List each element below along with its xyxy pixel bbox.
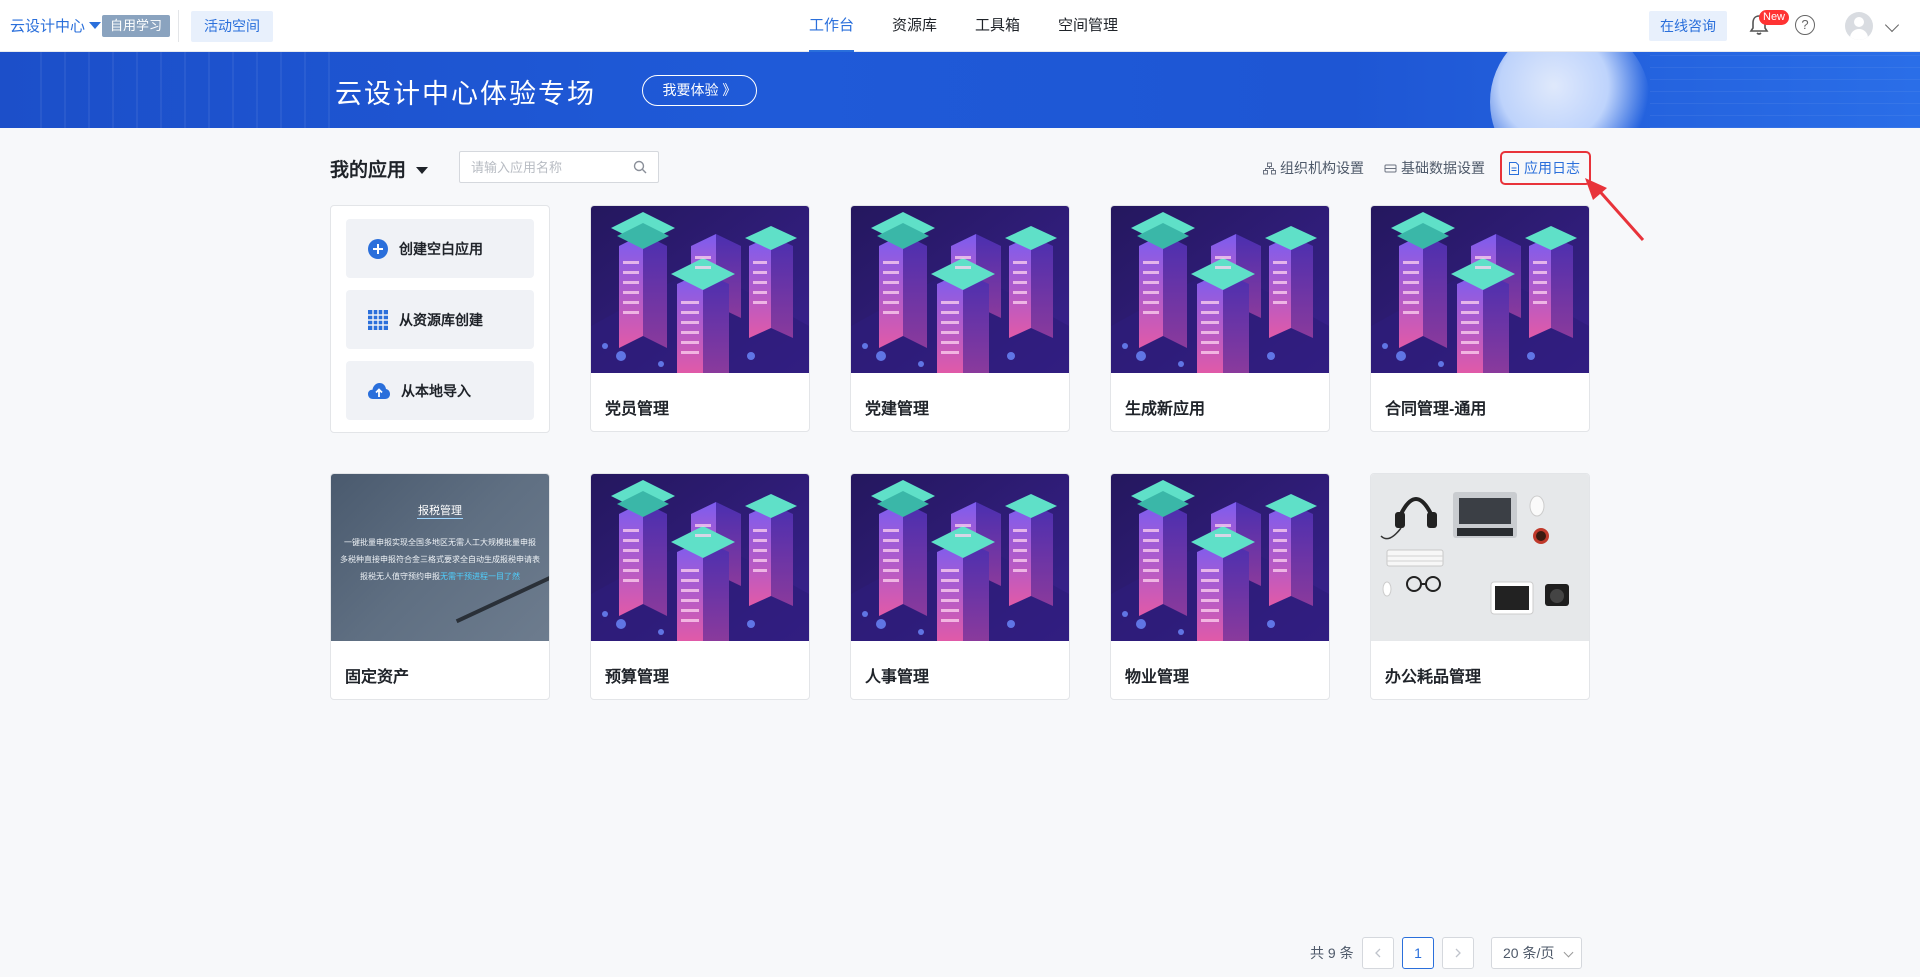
prev-page-button[interactable] — [1362, 937, 1394, 969]
app-card[interactable]: 党员管理 — [590, 205, 810, 432]
divider — [417, 518, 463, 519]
thumb-line-highlight: 无需干预进程一目了然 — [440, 572, 520, 581]
grid-icon — [368, 309, 388, 330]
create-blank-app-label: 创建空白应用 — [399, 240, 483, 257]
caret-down-icon — [89, 22, 102, 29]
database-icon — [1384, 164, 1397, 172]
import-local-label: 从本地导入 — [401, 382, 471, 399]
caret-down-icon — [416, 166, 429, 174]
search-icon[interactable] — [633, 160, 647, 174]
org-chart-icon — [1263, 162, 1276, 174]
red-arrow-annotation — [1585, 178, 1645, 241]
main-nav: 工作台 资源库 工具箱 空间管理 — [790, 0, 1137, 52]
app-card[interactable]: 生成新应用 — [1110, 205, 1330, 432]
thumb-line-part: 报税无人值守预约申报 — [360, 572, 440, 581]
thumb-line: 多税种直接申报符合金三格式要求全自动生成报税申请表 — [340, 555, 540, 564]
brand-name: 云设计中心 — [10, 18, 86, 35]
app-card[interactable]: 物业管理 — [1110, 473, 1330, 700]
create-from-library-button[interactable]: 从资源库创建 — [346, 290, 534, 349]
tab-resource-library[interactable]: 资源库 — [873, 0, 956, 52]
banner-decoration — [1650, 52, 1920, 128]
search-input[interactable] — [460, 152, 620, 182]
online-consult-button[interactable]: 在线咨询 — [1649, 11, 1727, 41]
app-thumbnail — [591, 206, 809, 373]
app-thumbnail — [1371, 206, 1589, 373]
app-name: 预算管理 — [605, 669, 670, 686]
help-icon[interactable]: ? — [1795, 15, 1815, 35]
create-from-library-label: 从资源库创建 — [399, 311, 483, 328]
brand-selector[interactable]: 云设计中心 — [10, 15, 102, 36]
org-settings-link[interactable]: 组织机构设置 — [1263, 158, 1364, 178]
cloud-upload-icon — [368, 382, 390, 399]
app-name: 生成新应用 — [1125, 401, 1206, 418]
tab-workbench[interactable]: 工作台 — [790, 0, 873, 52]
highlight-box — [1500, 151, 1591, 185]
new-badge: New — [1759, 10, 1790, 25]
basic-data-settings-link[interactable]: 基础数据设置 — [1384, 158, 1485, 178]
pagination-total: 共 9 条 — [1310, 945, 1354, 961]
page-size-select[interactable]: 20 条/页 — [1491, 937, 1582, 969]
chevron-left-icon — [1375, 948, 1381, 958]
import-local-button[interactable]: 从本地导入 — [346, 361, 534, 420]
thumb-line: 一键批量申报实现全国多地区无需人工大规模批量申报 — [344, 538, 536, 547]
thumb-title: 报税管理 — [418, 505, 462, 517]
app-thumbnail — [851, 206, 1069, 373]
banner-title: 云设计中心体验专场 — [335, 79, 596, 109]
app-thumbnail — [591, 474, 809, 641]
page-number-button[interactable]: 1 — [1402, 937, 1434, 969]
chevron-down-icon — [1563, 947, 1574, 958]
top-nav-bar: 云设计中心 自用学习 活动空间 工作台 资源库 工具箱 空间管理 在线咨询 Ne… — [0, 0, 1920, 52]
tab-toolbox[interactable]: 工具箱 — [956, 0, 1039, 52]
org-settings-label: 组织机构设置 — [1280, 160, 1364, 176]
thumb-line: 报税无人值守预约申报无需干预进程一目了然 — [333, 568, 547, 585]
next-page-button[interactable] — [1442, 937, 1474, 969]
create-app-panel: 创建空白应用 从资源库创建 从本地导入 — [330, 205, 550, 433]
thumb-text: 一键批量申报实现全国多地区无需人工大规模批量申报 多税种直接申报符合金三格式要求… — [333, 534, 547, 585]
banner-decoration — [1490, 52, 1650, 128]
banner-decoration — [40, 52, 340, 128]
app-name: 办公耗品管理 — [1385, 669, 1482, 686]
app-name: 党建管理 — [865, 401, 930, 418]
basic-data-settings-label: 基础数据设置 — [1401, 160, 1485, 176]
app-thumbnail — [851, 474, 1069, 641]
app-card[interactable]: 报税管理 一键批量申报实现全国多地区无需人工大规模批量申报 多税种直接申报符合金… — [330, 473, 550, 700]
app-thumbnail — [1111, 206, 1329, 373]
app-card[interactable]: 合同管理-通用 — [1370, 205, 1590, 432]
tab-space-management[interactable]: 空间管理 — [1039, 0, 1137, 52]
app-name: 合同管理-通用 — [1385, 401, 1487, 418]
chevron-right-icon — [1455, 948, 1461, 958]
app-card[interactable]: 预算管理 — [590, 473, 810, 700]
chevron-down-icon[interactable] — [1884, 17, 1900, 33]
app-name: 固定资产 — [345, 669, 410, 686]
try-now-button[interactable]: 我要体验 》 — [642, 75, 757, 106]
page-title: 我的应用 — [330, 160, 407, 181]
page-size-value: 20 条/页 — [1503, 945, 1555, 961]
app-thumbnail — [1371, 474, 1589, 641]
promo-banner: 云设计中心体验专场 我要体验 》 — [0, 52, 1920, 128]
my-apps-dropdown[interactable]: 我的应用 — [330, 155, 429, 182]
app-name: 物业管理 — [1125, 669, 1190, 686]
app-card[interactable]: 党建管理 — [850, 205, 1070, 432]
plus-circle-icon — [368, 238, 388, 259]
app-thumbnail: 报税管理 一键批量申报实现全国多地区无需人工大规模批量申报 多税种直接申报符合金… — [331, 474, 549, 641]
divider — [178, 10, 179, 42]
app-name: 党员管理 — [605, 401, 670, 418]
avatar[interactable] — [1845, 12, 1873, 40]
app-name: 人事管理 — [865, 669, 930, 686]
app-card[interactable]: 人事管理 — [850, 473, 1070, 700]
active-space-button[interactable]: 活动空间 — [191, 11, 273, 42]
create-blank-app-button[interactable]: 创建空白应用 — [346, 219, 534, 278]
app-card[interactable]: 办公耗品管理 — [1370, 473, 1590, 700]
app-search-box — [459, 151, 659, 183]
app-thumbnail — [1111, 474, 1329, 641]
self-use-tag: 自用学习 — [102, 15, 171, 37]
